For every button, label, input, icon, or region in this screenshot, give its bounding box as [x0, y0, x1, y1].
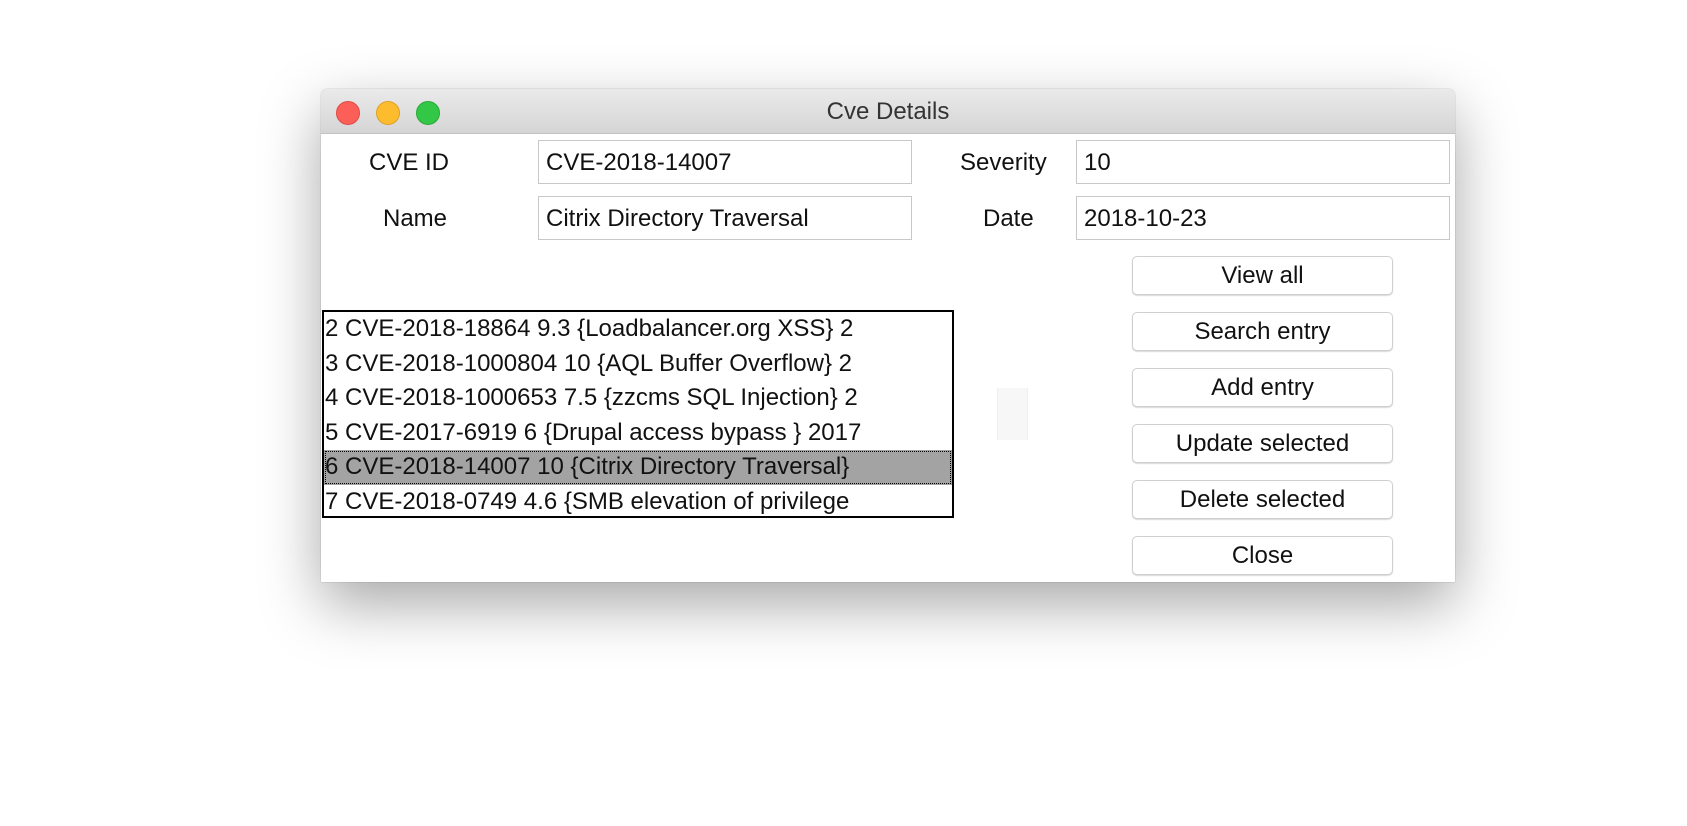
cve-details-window: Cve Details CVE ID CVE-2018-14007 Name C…: [321, 89, 1455, 582]
cve-id-input[interactable]: CVE-2018-14007: [538, 140, 912, 184]
view-all-button[interactable]: View all: [1132, 256, 1393, 295]
cve-id-label: CVE ID: [369, 149, 450, 176]
list-item[interactable]: 2 CVE-2018-18864 9.3 {Loadbalancer.org X…: [324, 312, 952, 347]
list-item[interactable]: 4 CVE-2018-1000653 7.5 {zzcms SQL Inject…: [324, 381, 952, 416]
date-input[interactable]: 2018-10-23: [1076, 196, 1450, 240]
update-selected-button[interactable]: Update selected: [1132, 424, 1393, 463]
list-item[interactable]: 3 CVE-2018-1000804 10 {AQL Buffer Overfl…: [324, 347, 952, 382]
list-item[interactable]: 7 CVE-2018-0749 4.6 {SMB elevation of pr…: [324, 485, 952, 517]
severity-label: Severity: [960, 149, 1047, 176]
title-bar: Cve Details: [321, 89, 1455, 134]
cve-listbox[interactable]: 2 CVE-2018-18864 9.3 {Loadbalancer.org X…: [322, 310, 954, 518]
list-item[interactable]: 5 CVE-2017-6919 6 {Drupal access bypass …: [324, 416, 952, 451]
add-entry-button[interactable]: Add entry: [1132, 368, 1393, 407]
delete-selected-button[interactable]: Delete selected: [1132, 480, 1393, 519]
severity-input[interactable]: 10: [1076, 140, 1450, 184]
list-item-selected[interactable]: 6 CVE-2018-14007 10 {Citrix Directory Tr…: [324, 450, 952, 485]
name-label: Name: [383, 205, 448, 232]
date-label: Date: [983, 205, 1034, 232]
close-button[interactable]: Close: [1132, 536, 1393, 575]
name-input[interactable]: Citrix Directory Traversal: [538, 196, 912, 240]
search-entry-button[interactable]: Search entry: [1132, 312, 1393, 351]
window-title: Cve Details: [826, 98, 950, 125]
scrollbar[interactable]: [997, 388, 1028, 440]
